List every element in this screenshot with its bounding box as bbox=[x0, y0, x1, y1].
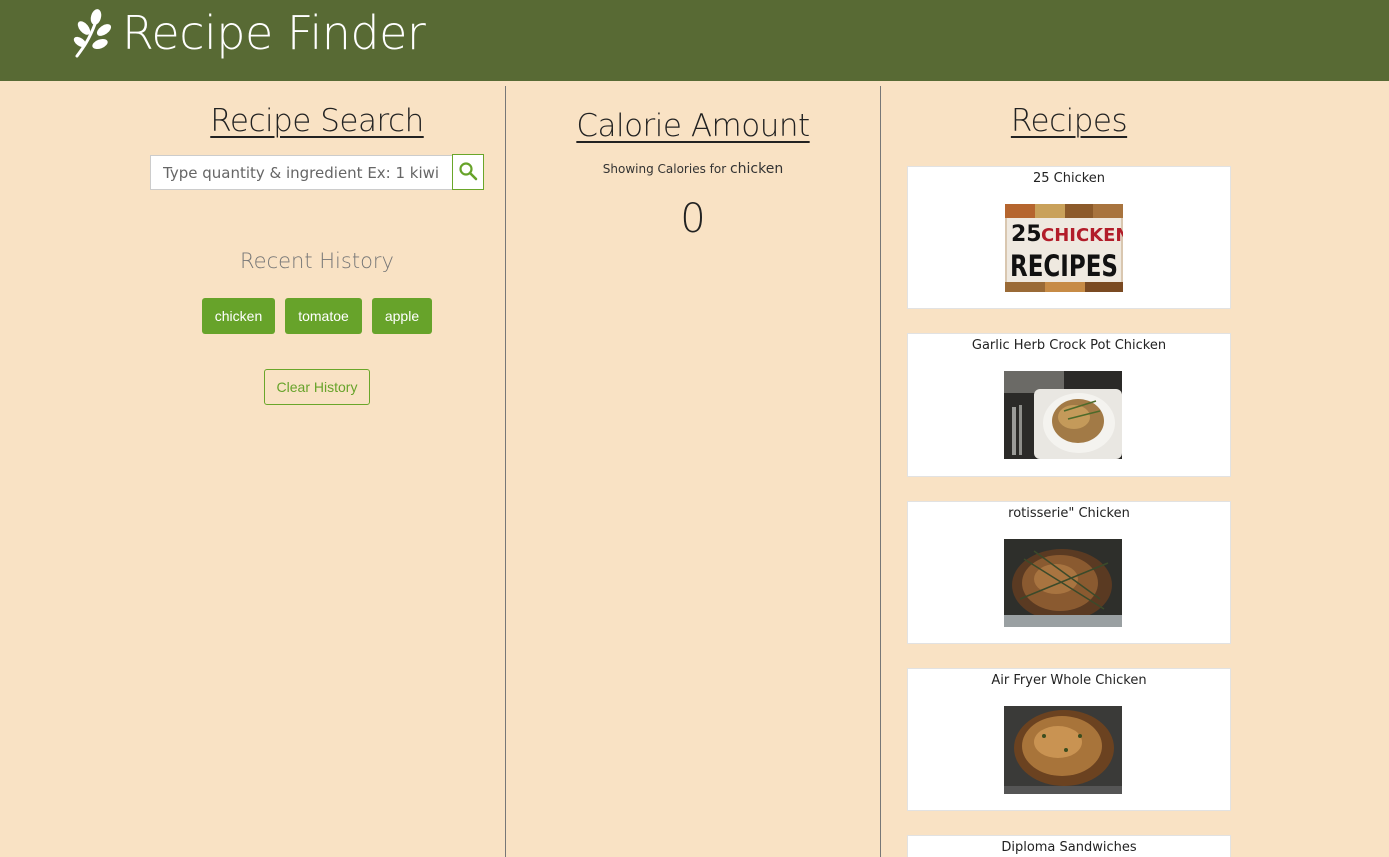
clear-history-button[interactable]: Clear History bbox=[264, 369, 370, 405]
search-input[interactable] bbox=[150, 155, 453, 190]
leaf-branch-icon bbox=[73, 8, 113, 58]
recent-history-title: Recent History bbox=[240, 249, 394, 273]
recipe-card[interactable]: rotisserie" Chicken bbox=[907, 501, 1231, 644]
history-chip-apple[interactable]: apple bbox=[372, 298, 432, 334]
calorie-subtitle-prefix: Showing Calories for bbox=[602, 162, 727, 176]
recipe-card[interactable]: 25 Chicken 25 CHICKEN RECIPES bbox=[907, 166, 1231, 309]
recipe-image[interactable] bbox=[1004, 706, 1122, 794]
column-divider bbox=[505, 86, 506, 857]
recipes-title: Recipes bbox=[1010, 103, 1128, 139]
recipe-image[interactable]: 25 CHICKEN RECIPES bbox=[1005, 204, 1123, 292]
app-header: Recipe Finder bbox=[0, 0, 1389, 81]
recipe-card-title: rotisserie" Chicken bbox=[1008, 506, 1130, 521]
recipe-card-title: Diploma Sandwiches bbox=[1001, 840, 1137, 855]
calorie-value: 0 bbox=[680, 196, 706, 242]
recipe-card[interactable]: Diploma Sandwiches bbox=[907, 835, 1231, 857]
image-text-25: 25 bbox=[1011, 222, 1042, 247]
history-chip-tomatoe[interactable]: tomatoe bbox=[285, 298, 362, 334]
search-icon bbox=[458, 161, 478, 184]
recipe-card[interactable]: Garlic Herb Crock Pot Chicken bbox=[907, 333, 1231, 477]
search-button[interactable] bbox=[452, 154, 484, 190]
recipe-card-title: 25 Chicken bbox=[1032, 171, 1106, 186]
app-title: Recipe Finder bbox=[122, 6, 426, 60]
history-chip-chicken[interactable]: chicken bbox=[202, 298, 275, 334]
recipe-image[interactable] bbox=[1004, 371, 1122, 459]
column-divider bbox=[880, 86, 881, 857]
recipe-search-title: Recipe Search bbox=[210, 103, 424, 139]
recipe-card-title: Air Fryer Whole Chicken bbox=[991, 673, 1147, 688]
image-text-chicken: CHICKEN bbox=[1041, 225, 1123, 246]
image-text-recipes: RECIPES bbox=[1010, 249, 1118, 283]
recipe-card-title: Garlic Herb Crock Pot Chicken bbox=[971, 338, 1167, 353]
calorie-subtitle: Showing Calories for chicken bbox=[603, 161, 783, 177]
recipe-image[interactable] bbox=[1004, 539, 1122, 627]
recipe-card[interactable]: Air Fryer Whole Chicken bbox=[907, 668, 1231, 811]
calorie-query: chicken bbox=[729, 161, 784, 177]
calorie-amount-title: Calorie Amount bbox=[576, 108, 810, 144]
